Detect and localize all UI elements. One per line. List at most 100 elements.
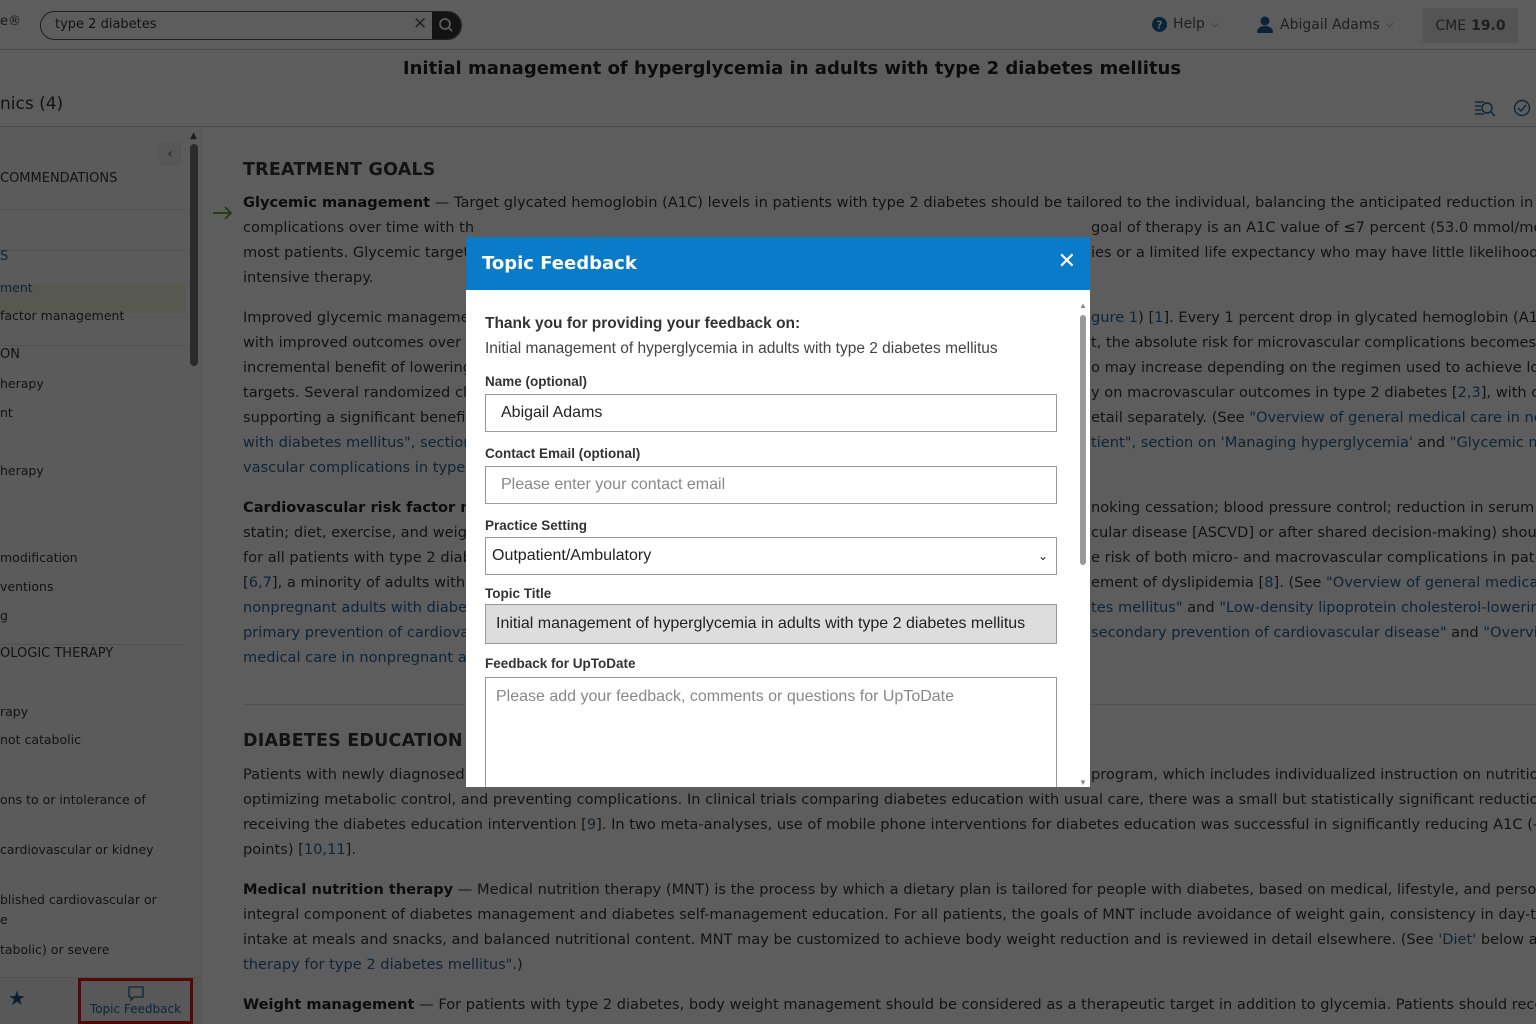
text-fragment: most patients. Glycemic targets <box>243 244 477 261</box>
outline-sidebar: COMMENDATIONS Sment factor management ON he… <box>0 128 202 1024</box>
collapse-sidebar-button[interactable]: ‹ <box>159 142 181 166</box>
reference-link[interactable]: gure 1 <box>1091 309 1138 326</box>
reference-link[interactable]: tient", section on 'Managing hyperglycem… <box>1091 434 1413 451</box>
text-fragment: Patients with newly diagnosed <box>243 766 465 783</box>
arrow-right-icon <box>213 206 233 220</box>
paragraph-lead: Medical nutrition therapy <box>243 881 454 898</box>
text-fragment: below and <box>1480 931 1536 948</box>
reference-link[interactable]: medical care in nonpregnant a <box>243 649 467 666</box>
reference-link[interactable]: vascular complications in type 2 <box>243 459 479 476</box>
text-fragment: ies or a limited life expectancy who may… <box>1091 244 1536 261</box>
star-icon[interactable]: ★ <box>8 986 26 1010</box>
topic-feedback-dialog: Topic Feedback ✕ Thank you for providing… <box>466 237 1090 787</box>
article-line: ement of dyslipidemia [8]. (See "Overvie… <box>1091 573 1536 593</box>
scroll-up-icon[interactable]: ▲ <box>190 131 197 141</box>
article-line: for all patients with type 2 diab <box>243 548 472 568</box>
outline-item[interactable]: ON <box>0 347 20 362</box>
outline-item[interactable]: herapy <box>0 376 44 391</box>
reference-link[interactable]: 10,11 <box>304 841 346 858</box>
outline-item[interactable]: modification <box>0 550 78 565</box>
help-menu[interactable]: ? Help ⌵ <box>1152 16 1219 32</box>
reference-link[interactable]: "Overview of general medical care in non <box>1249 409 1536 426</box>
outline-item[interactable]: blished cardiovascular or <box>0 892 157 907</box>
dialog-scrollbar[interactable]: ▲ ▼ <box>1078 301 1088 787</box>
check-circle-icon[interactable] <box>1513 99 1531 117</box>
article-line: o may increase depending on the regimen … <box>1091 358 1536 378</box>
outline-item[interactable]: ment <box>0 280 33 295</box>
reference-link[interactable]: 'Diet' <box>1438 931 1476 948</box>
sidebar-scrollbar[interactable] <box>190 144 198 366</box>
reference-link[interactable]: 6,7 <box>249 574 272 591</box>
text-fragment: etail separately. (See <box>1091 409 1250 426</box>
text-fragment: t, the absolute risk for microvascular c… <box>1091 334 1536 351</box>
reference-link[interactable]: "Glycemic ma <box>1450 434 1536 451</box>
outline-item[interactable]: ons to or intolerance of <box>0 792 146 807</box>
feedback-textarea[interactable] <box>485 677 1057 787</box>
cme-badge[interactable]: CME 19.0 <box>1423 8 1518 43</box>
reference-link[interactable]: 9 <box>587 816 596 833</box>
reference-link[interactable]: 2,3 <box>1458 384 1481 401</box>
reference-link[interactable]: therapy for type 2 diabetes mellitus" <box>243 956 512 973</box>
scrollbar-thumb[interactable] <box>1080 315 1086 565</box>
text-fragment: and <box>1446 624 1484 641</box>
text-fragment: complications over time with th <box>243 219 475 236</box>
text-fragment: targets. Several randomized cli <box>243 384 472 401</box>
dialog-header: Topic Feedback ✕ <box>466 237 1090 290</box>
article-line: program, which includes individualized i… <box>1091 765 1536 785</box>
reference-link[interactable]: "Overview of general medical c <box>1326 574 1536 591</box>
article-line: etail separately. (See "Overview of gene… <box>1091 408 1536 428</box>
topics-tab[interactable]: nics (4) <box>0 94 63 114</box>
outline-item[interactable]: OLOGIC THERAPY <box>0 646 113 661</box>
text-fragment: incremental benefit of lowering <box>243 359 472 376</box>
reference-link[interactable]: nonpregnant adults with diabe <box>243 599 467 616</box>
text-fragment: ) [ <box>1138 309 1155 326</box>
cme-label: CME <box>1435 17 1467 34</box>
text-fragment: o may increase depending on the regimen … <box>1091 359 1536 376</box>
outline-item[interactable]: rapy <box>0 704 28 719</box>
search-input[interactable] <box>55 17 405 32</box>
practice-setting-select[interactable]: Outpatient/Ambulatory ⌄ <box>485 537 1057 575</box>
reference-link[interactable]: secondary prevention of cardiovascular d… <box>1091 624 1447 641</box>
user-menu[interactable]: Abigail Adams ⌵ <box>1256 16 1393 33</box>
topic-title: Initial management of hyperglycemia in a… <box>402 58 1182 79</box>
outline-item[interactable]: g <box>0 608 8 623</box>
email-field[interactable] <box>485 466 1057 504</box>
outline-item[interactable]: factor management <box>0 308 124 323</box>
reference-link[interactable]: 8 <box>1264 574 1273 591</box>
search-button[interactable] <box>432 12 461 39</box>
text-fragment: intake at meals and snacks, and balanced… <box>243 931 1439 948</box>
topic-feedback-button[interactable]: Topic Feedback <box>78 978 193 1024</box>
article-line: optimizing metabolic control, and preven… <box>243 790 1536 810</box>
name-field[interactable] <box>485 394 1057 432</box>
article-line: primary prevention of cardiova <box>243 623 469 643</box>
outline-item[interactable]: nt <box>0 405 13 420</box>
outline-item[interactable]: COMMENDATIONS <box>0 171 117 186</box>
reference-link[interactable]: tes mellitus" <box>1091 599 1183 616</box>
article-line: supporting a significant benefi <box>243 408 465 428</box>
clear-search-icon[interactable]: ✕ <box>413 14 427 34</box>
scroll-up-icon[interactable]: ▲ <box>1079 301 1087 310</box>
outline-item[interactable]: ventions <box>0 579 53 594</box>
article-line: with improved outcomes over t <box>243 333 471 353</box>
reference-link[interactable]: primary prevention of cardiova <box>243 624 469 641</box>
reference-link[interactable]: with diabetes mellitus", section <box>243 434 473 451</box>
outline-item[interactable]: cardiovascular or kidney <box>0 842 154 857</box>
text-fragment: for all patients with type 2 diab <box>243 549 472 566</box>
find-in-topic-icon[interactable] <box>1474 99 1496 119</box>
reference-link[interactable]: "Low-density lipoprotein cholesterol-low… <box>1219 599 1536 616</box>
outline-item[interactable]: e <box>0 912 8 927</box>
search-box[interactable]: ✕ <box>40 11 462 40</box>
article-line: nonpregnant adults with diabe <box>243 598 467 618</box>
close-icon[interactable]: ✕ <box>1058 249 1076 274</box>
outline-item[interactable]: tabolic) or severe <box>0 942 109 957</box>
outline-item[interactable]: S <box>0 249 8 264</box>
article-line: tes mellitus" and "Low-density lipoprote… <box>1091 598 1536 618</box>
scroll-down-icon[interactable]: ▼ <box>1079 778 1087 787</box>
text-fragment: ]. In two meta-analyses, use of mobile p… <box>596 816 1536 833</box>
cme-value: 19.0 <box>1471 17 1506 34</box>
outline-item[interactable]: not catabolic <box>0 732 81 747</box>
reference-link[interactable]: "Overview <box>1483 624 1536 641</box>
top-bar: e® ✕ ? Help ⌵ Abigail Adams ⌵ CME 19.0 <box>0 0 1536 50</box>
text-fragment: ], with oth <box>1480 384 1536 401</box>
outline-item[interactable]: herapy <box>0 463 44 478</box>
